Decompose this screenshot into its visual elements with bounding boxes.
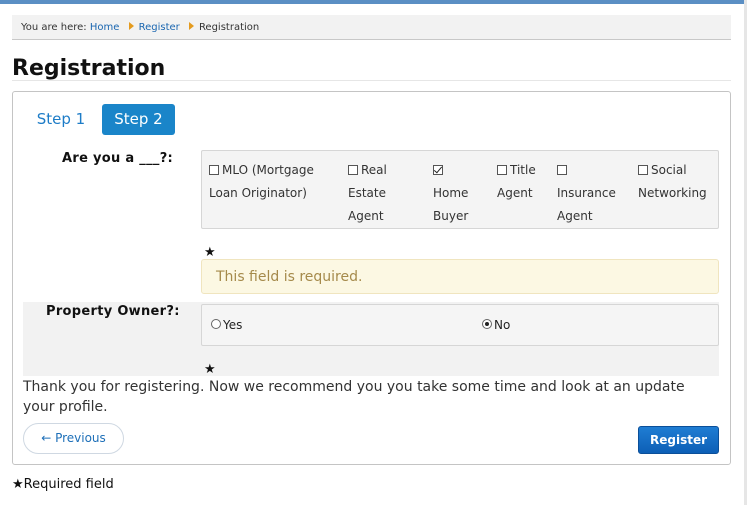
checkbox-real-estate-agent[interactable]	[348, 165, 358, 175]
breadcrumb-arrow-icon	[128, 22, 134, 30]
breadcrumb-current: Registration	[198, 22, 260, 33]
tab-step-1[interactable]: Step 1	[29, 104, 93, 135]
property-owner-label: Property Owner?:	[46, 304, 180, 319]
role-option-label: Agent	[348, 209, 384, 223]
role-option-label: Networking	[638, 186, 707, 200]
role-option-label: Social	[651, 163, 687, 177]
breadcrumb-register-link[interactable]: Register	[139, 22, 180, 33]
required-field-text: Required field	[23, 477, 114, 492]
role-option-label: Insurance	[557, 186, 616, 200]
required-star-icon: ★	[204, 245, 216, 260]
required-star-icon: ★	[204, 362, 216, 377]
radio-no[interactable]	[482, 319, 492, 329]
required-star-icon: ★	[12, 477, 24, 492]
role-option-title-agent[interactable]: Title Agent	[497, 159, 536, 205]
role-option-mlo[interactable]: MLO (Mortgage Loan Originator)	[209, 159, 314, 205]
role-option-social-networking[interactable]: Social Networking	[638, 159, 707, 205]
checkbox-mlo[interactable]	[209, 165, 219, 175]
property-owner-options-group	[201, 304, 719, 346]
radio-option-no[interactable]: No	[482, 317, 510, 333]
role-option-label: MLO (Mortgage	[222, 163, 314, 177]
breadcrumb: You are here: Home Register Registration	[12, 15, 731, 40]
title-divider	[12, 80, 731, 81]
top-accent-bar	[0, 0, 747, 4]
required-field-note: ★Required field	[12, 477, 114, 492]
previous-button[interactable]: ← Previous	[23, 423, 124, 454]
tab-step-2[interactable]: Step 2	[102, 104, 175, 135]
checkbox-insurance-agent[interactable]	[557, 165, 567, 175]
role-option-label: Agent	[557, 209, 593, 223]
role-option-insurance-agent[interactable]: Insurance Agent	[557, 159, 616, 228]
role-option-label: Buyer	[433, 209, 469, 223]
checkbox-social-networking[interactable]	[638, 165, 648, 175]
role-question-label: Are you a ___?:	[62, 151, 174, 166]
required-error-message: This field is required.	[201, 259, 719, 294]
radio-label-yes: Yes	[223, 318, 243, 332]
breadcrumb-prefix: You are here:	[21, 22, 87, 33]
role-option-label: Estate	[348, 186, 386, 200]
breadcrumb-arrow-icon	[188, 22, 194, 30]
breadcrumb-home-link[interactable]: Home	[90, 22, 120, 33]
checkbox-title-agent[interactable]	[497, 165, 507, 175]
page-title: Registration	[12, 56, 166, 81]
register-button[interactable]: Register	[638, 426, 719, 454]
radio-label-no: No	[494, 318, 511, 332]
thank-you-message: Thank you for registering. Now we recomm…	[23, 379, 685, 415]
role-option-label: Home	[433, 186, 469, 200]
role-option-home-buyer[interactable]: Home Buyer	[433, 159, 468, 228]
role-option-label: Real	[361, 163, 387, 177]
checkbox-home-buyer[interactable]	[433, 165, 443, 175]
role-option-real-estate-agent[interactable]: Real Estate Agent	[348, 159, 387, 228]
role-option-label: Loan Originator)	[209, 186, 307, 200]
role-option-label: Agent	[497, 186, 533, 200]
role-option-label: Title	[510, 163, 536, 177]
radio-option-yes[interactable]: Yes	[211, 317, 242, 333]
radio-yes[interactable]	[211, 319, 221, 329]
